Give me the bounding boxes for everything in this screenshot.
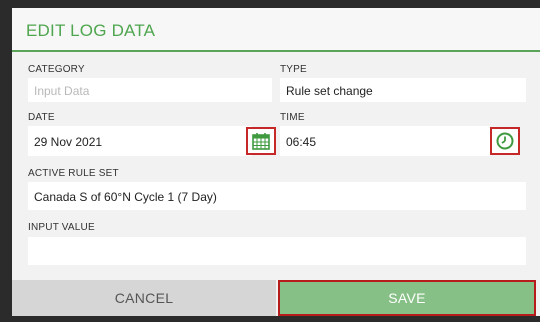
date-value: 29 Nov 2021 [34,135,103,149]
category-input[interactable]: Input Data [28,78,272,102]
time-value: 06:45 [286,135,317,149]
type-value: Rule set change [286,84,373,98]
category-label: CATEGORY [28,64,85,75]
category-placeholder: Input Data [34,84,90,98]
date-label: DATE [28,112,55,123]
time-picker-button[interactable] [490,127,520,155]
type-label: TYPE [280,64,307,75]
active-rule-set-value: Canada S of 60°N Cycle 1 (7 Day) [34,190,217,204]
calendar-icon [252,133,270,150]
date-picker-button[interactable] [246,127,276,155]
time-input[interactable]: 06:45 [280,126,490,156]
save-button-label: SAVE [388,290,426,306]
type-field[interactable]: Rule set change [280,78,526,102]
cancel-button[interactable]: CANCEL [12,280,276,316]
dialog-header: EDIT LOG DATA [12,8,540,52]
cancel-button-label: CANCEL [114,290,174,306]
time-label: TIME [280,112,305,123]
save-button[interactable]: SAVE [278,280,536,316]
dialog-title: EDIT LOG DATA [26,21,156,40]
active-rule-set-field[interactable]: Canada S of 60°N Cycle 1 (7 Day) [28,182,526,210]
input-value-field[interactable] [28,237,526,265]
date-input[interactable]: 29 Nov 2021 [28,126,252,156]
clock-icon [496,132,514,150]
edit-log-dialog: EDIT LOG DATA CATEGORY Input Data TYPE R… [12,8,540,316]
input-value-label: INPUT VALUE [28,222,95,233]
active-rule-set-label: ACTIVE RULE SET [28,168,119,179]
